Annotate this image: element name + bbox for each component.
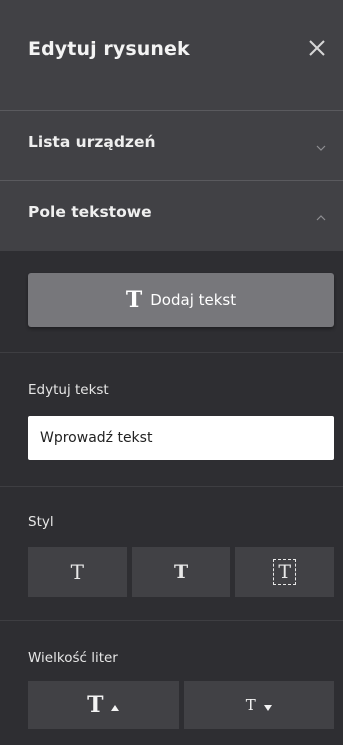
decrease-font-size-button[interactable]: T xyxy=(183,681,334,729)
edit-drawing-panel: Edytuj rysunek Lista urządzeń Pole tekst… xyxy=(0,0,343,745)
edit-text-label: Edytuj tekst xyxy=(28,382,109,398)
font-size-label: Wielkość liter xyxy=(28,650,118,666)
text-bold-icon: T xyxy=(173,560,189,583)
triangle-down-icon xyxy=(263,696,272,715)
style-button-group: T T T xyxy=(28,547,335,597)
panel-title: Edytuj rysunek xyxy=(28,38,190,60)
text-icon: T xyxy=(125,287,143,313)
close-icon[interactable] xyxy=(307,38,327,58)
text-boxed-icon: T xyxy=(273,559,297,585)
text-normal-icon: T xyxy=(70,560,84,584)
text-style-bold-button[interactable]: T xyxy=(131,547,231,597)
add-text-label: Dodaj tekst xyxy=(150,291,237,309)
section-text-field-label: Pole tekstowe xyxy=(28,203,152,221)
text-field-content: T Dodaj tekst Edytuj tekst Styl T T T Wi… xyxy=(0,251,343,745)
section-device-list[interactable]: Lista urządzeń xyxy=(0,110,343,180)
style-label: Styl xyxy=(28,514,54,530)
text-style-boxed-button[interactable]: T xyxy=(235,547,335,597)
section-device-list-label: Lista urządzeń xyxy=(28,133,156,151)
chevron-down-icon xyxy=(315,139,327,151)
triangle-up-icon xyxy=(111,696,120,715)
text-large-icon: T xyxy=(87,692,104,718)
text-style-normal-button[interactable]: T xyxy=(28,547,127,597)
divider xyxy=(0,486,343,487)
chevron-up-icon xyxy=(315,209,327,221)
section-text-field[interactable]: Pole tekstowe xyxy=(0,180,343,251)
text-small-icon: T xyxy=(245,695,256,714)
panel-header: Edytuj rysunek xyxy=(0,0,343,110)
divider xyxy=(0,352,343,353)
divider xyxy=(0,620,343,621)
increase-font-size-button[interactable]: T xyxy=(28,681,179,729)
font-size-button-group: T T xyxy=(28,681,334,729)
text-input[interactable] xyxy=(28,416,334,460)
add-text-button[interactable]: T Dodaj tekst xyxy=(28,273,334,327)
